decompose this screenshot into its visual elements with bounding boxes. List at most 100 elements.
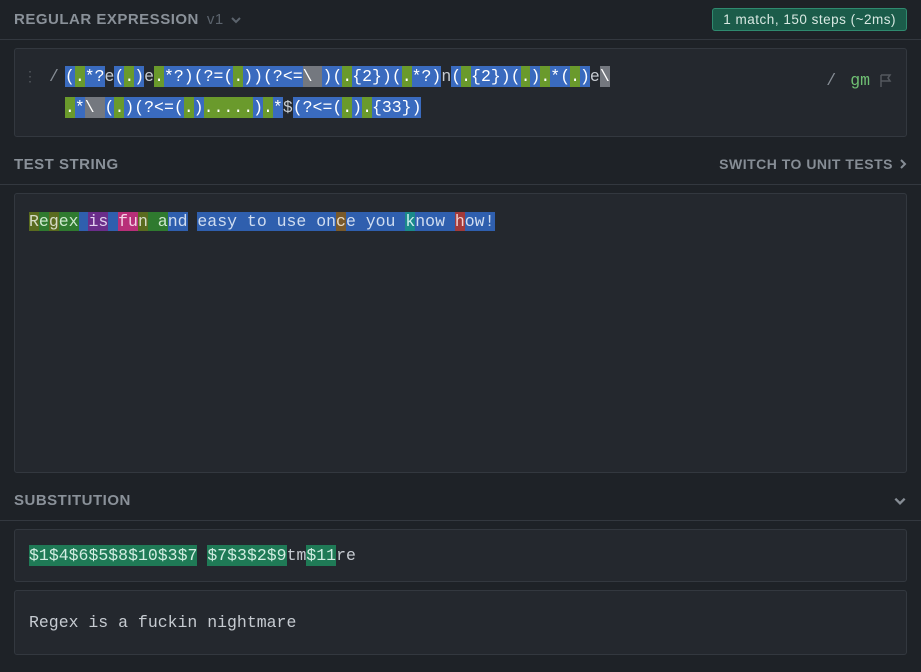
flag-icon[interactable] — [878, 65, 894, 96]
test-string-input[interactable]: Regex is fun and easy to use once you kn… — [14, 193, 907, 473]
drag-handle-icon[interactable]: ⋮ — [23, 65, 37, 92]
regex-token-grp: ( — [223, 66, 233, 87]
match-segment — [188, 212, 198, 231]
regex-token-grp: ) — [253, 66, 263, 87]
match-segment: is — [88, 212, 108, 231]
match-segment: n — [138, 212, 148, 231]
regex-token-any: . — [114, 97, 124, 118]
regex-token-lit: n — [441, 66, 451, 87]
regex-token-grp: ( — [332, 97, 342, 118]
regex-token-quant: *? — [164, 66, 184, 87]
regex-token-any: . — [65, 97, 75, 118]
regex-token-quant: * — [273, 97, 283, 118]
regex-token-grp: ) — [580, 66, 590, 87]
match-segment: easy to use on — [197, 212, 336, 231]
regex-token-grp: ) — [382, 66, 392, 87]
regex-token-any: . — [342, 97, 352, 118]
regex-token-lit: e — [590, 66, 600, 87]
regex-token-grp: ) — [194, 97, 204, 118]
regex-token-grp: ) — [134, 66, 144, 87]
chevron-down-icon[interactable] — [230, 11, 242, 28]
regex-token-grp: ) — [352, 97, 362, 118]
regex-token-grp: (?<= — [293, 97, 333, 118]
sub-group-ref: $7 — [207, 545, 227, 566]
sub-group-ref: $3 — [158, 545, 178, 566]
regex-title: REGULAR EXPRESSION — [14, 11, 199, 28]
match-segment — [79, 212, 89, 231]
regex-version[interactable]: v1 — [207, 11, 224, 28]
sub-group-ref: $9 — [267, 545, 287, 566]
sub-group-ref: $7 — [178, 545, 198, 566]
regex-token-quant: {33} — [372, 97, 412, 118]
test-string-title: TEST STRING — [14, 156, 119, 173]
match-segment: e — [39, 212, 49, 231]
regex-token-any: . — [461, 66, 471, 87]
regex-token-lit: e — [144, 66, 154, 87]
match-segment: c — [336, 212, 346, 231]
match-segment: h — [455, 212, 465, 231]
regex-token-any: . — [362, 97, 372, 118]
regex-token-grp: ) — [253, 97, 263, 118]
regex-pattern[interactable]: (.*?e(.)e.*?)(?=(.))(?<=\ )(.{2})(.*?)n(… — [65, 61, 812, 124]
regex-token-any: . — [233, 97, 243, 118]
sub-group-ref: $3 — [227, 545, 247, 566]
regex-token-any: . — [213, 97, 223, 118]
regex-input-box[interactable]: ⋮ / (.*?e(.)e.*?)(?=(.))(?<=\ )(.{2})(.*… — [14, 48, 907, 137]
regex-token-grp: ) — [530, 66, 540, 87]
sub-literal — [197, 546, 207, 565]
match-segment: now — [415, 212, 455, 231]
sub-group-ref: $5 — [88, 545, 108, 566]
regex-open-delim: / — [43, 61, 65, 92]
regex-token-grp: ) — [501, 66, 511, 87]
switch-to-unit-tests-link[interactable]: SWITCH TO UNIT TESTS — [719, 156, 907, 172]
regex-token-any: . — [521, 66, 531, 87]
regex-token-any: . — [233, 66, 243, 87]
regex-token-grp: ( — [511, 66, 521, 87]
chevron-right-icon — [899, 158, 907, 170]
chevron-down-icon[interactable] — [893, 492, 907, 509]
regex-token-lit: e — [105, 66, 115, 87]
regex-token-quant: {2} — [352, 66, 382, 87]
regex-token-grp: ) — [243, 66, 253, 87]
regex-token-grp: ( — [392, 66, 402, 87]
regex-token-grp: (?= — [194, 66, 224, 87]
substitution-header: SUBSTITUTION — [0, 481, 921, 521]
substitution-pattern[interactable]: $1$4$6$5$8$10$3$7 $7$3$2$9tm$11re — [29, 545, 356, 566]
regex-token-any: . — [154, 66, 164, 87]
regex-token-any: . — [223, 97, 233, 118]
sub-group-ref: $10 — [128, 545, 158, 566]
sub-group-ref: $2 — [247, 545, 267, 566]
substitution-title: SUBSTITUTION — [14, 492, 131, 509]
regex-token-grp: ) — [184, 66, 194, 87]
regex-token-esc: \ — [303, 66, 323, 87]
sub-literal: re — [336, 546, 356, 565]
regex-close-delim: / — [820, 65, 842, 96]
substitution-input[interactable]: $1$4$6$5$8$10$3$7 $7$3$2$9tm$11re — [14, 529, 907, 582]
regex-token-quant: * — [75, 97, 85, 118]
match-status-badge: 1 match, 150 steps (~2ms) — [712, 8, 907, 31]
sub-group-ref: $11 — [306, 545, 336, 566]
regex-flags[interactable]: gm — [850, 65, 870, 96]
match-segment: ow! — [465, 212, 495, 231]
sub-literal: tm — [287, 546, 307, 565]
regex-token-any: . — [184, 97, 194, 118]
regex-token-any: . — [204, 97, 214, 118]
match-segment: a — [148, 212, 168, 231]
regex-flags-area[interactable]: / gm — [820, 65, 894, 96]
match-segment: k — [405, 212, 415, 231]
regex-token-quant: *? — [85, 66, 105, 87]
regex-header: REGULAR EXPRESSION v1 1 match, 150 steps… — [0, 0, 921, 40]
regex-token-any: . — [75, 66, 85, 87]
regex-token-any: . — [124, 66, 134, 87]
regex-token-esc: \ — [85, 97, 105, 118]
regex-token-any: . — [540, 66, 550, 87]
result-text: Regex is a fuckin nightmare — [29, 613, 296, 632]
regex-token-any: . — [263, 97, 273, 118]
regex-token-quant: * — [550, 66, 560, 87]
regex-token-any: . — [402, 66, 412, 87]
regex-token-quant: *? — [412, 66, 432, 87]
sub-group-ref: $6 — [69, 545, 89, 566]
regex-token-lit: $ — [283, 97, 293, 118]
test-string-content[interactable]: Regex is fun and easy to use once you kn… — [29, 212, 495, 231]
regex-token-grp: ( — [114, 66, 124, 87]
